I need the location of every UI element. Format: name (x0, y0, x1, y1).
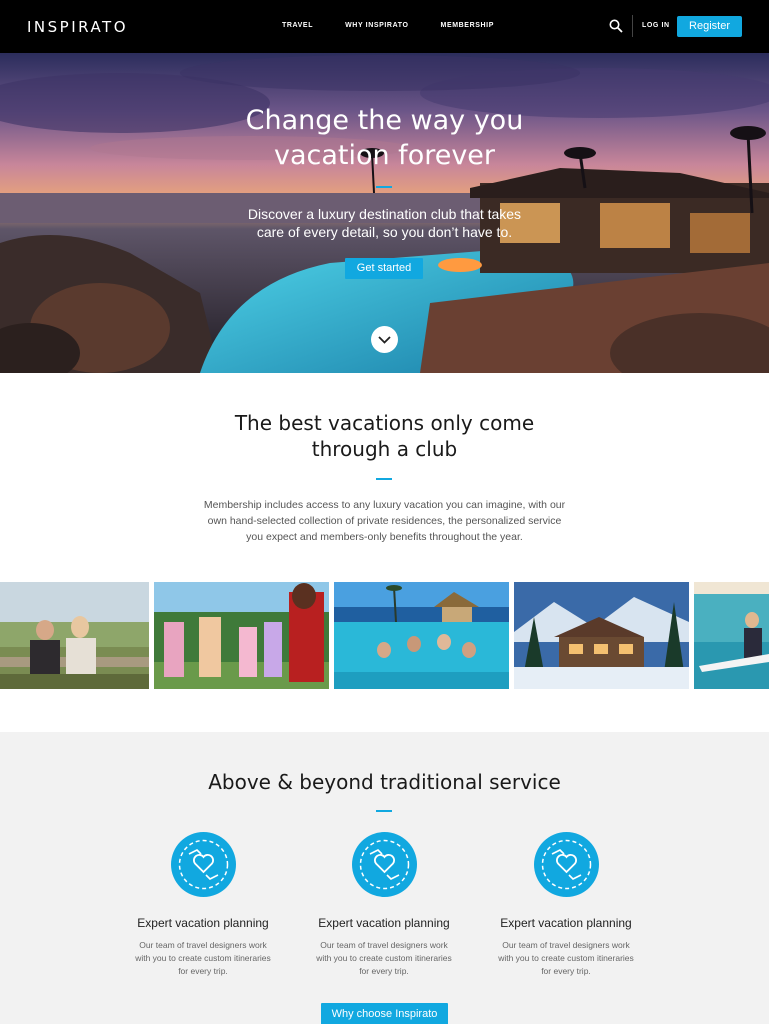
club-desc-line-3: you expect and members-only benefits thr… (246, 531, 523, 543)
photo-family-hula[interactable] (154, 582, 329, 689)
hero-banner: Change the way you vacation forever Disc… (0, 53, 769, 373)
photo-family-hula-image (154, 582, 329, 689)
hero-title-line-1: Change the way you (245, 105, 524, 136)
photo-pool-friends-image (334, 582, 509, 689)
hero-subtitle-line-1: Discover a luxury destination club that … (247, 206, 522, 222)
feature-card-2: Expert vacation planning Our team of tra… (294, 832, 474, 978)
photo-snow-lodge-image (514, 582, 689, 689)
feature-description: Our team of travel designers work with y… (135, 940, 271, 976)
scroll-down-button[interactable] (371, 326, 398, 353)
feature-title: Expert vacation planning (500, 916, 632, 930)
photo-couple-vineyard[interactable] (0, 582, 149, 689)
club-desc-line-1: Membership includes access to any luxury… (203, 499, 566, 511)
hero-subtitle: Discover a luxury destination club that … (0, 205, 769, 241)
club-section-title: The best vacations only come through a c… (0, 410, 769, 462)
service-section: Above & beyond traditional service Exper… (0, 732, 769, 1024)
logo[interactable]: INSPIRATO (27, 18, 128, 36)
photo-pool-friends[interactable] (334, 582, 509, 689)
why-choose-inspirato-button[interactable]: Why choose Inspirato (321, 1003, 448, 1024)
service-section-title: Above & beyond traditional service (208, 770, 561, 794)
nav-link-membership[interactable]: MEMBERSHIP (441, 22, 494, 29)
heart-hands-icon (533, 832, 599, 897)
club-divider (376, 478, 392, 480)
heart-hands-icon (170, 832, 236, 897)
feature-description: Our team of travel designers work with y… (316, 940, 452, 976)
hero-divider (376, 186, 392, 188)
club-description: Membership includes access to any luxury… (195, 497, 574, 545)
photo-couple-vineyard-image (0, 582, 149, 689)
nav-link-travel[interactable]: TRAVEL (282, 22, 313, 29)
club-desc-line-2: own hand-selected collection of private … (207, 515, 562, 527)
nav-divider (632, 15, 633, 37)
vacation-photo-strip (0, 582, 769, 689)
club-title-line-2: through a club (311, 437, 458, 461)
photo-paddleboard-image (694, 582, 769, 689)
feature-description: Our team of travel designers work with y… (498, 940, 634, 976)
feature-card-1: Expert vacation planning Our team of tra… (113, 832, 293, 978)
search-icon[interactable] (609, 19, 623, 33)
photo-paddleboard[interactable] (694, 582, 769, 689)
nav-link-why-inspirato[interactable]: WHY INSPIRATO (345, 22, 408, 29)
hero-title: Change the way you vacation forever (0, 103, 769, 173)
feature-card-3: Expert vacation planning Our team of tra… (476, 832, 656, 978)
hero-subtitle-line-2: care of every detail, so you don’t have … (256, 224, 513, 240)
feature-title: Expert vacation planning (137, 916, 269, 930)
top-navigation: INSPIRATO TRAVEL WHY INSPIRATO MEMBERSHI… (0, 0, 769, 53)
login-link[interactable]: LOG IN (642, 22, 670, 29)
heart-hands-icon (351, 832, 417, 897)
feature-title: Expert vacation planning (318, 916, 450, 930)
register-button[interactable]: Register (677, 16, 742, 37)
service-divider (376, 810, 392, 812)
photo-snow-lodge[interactable] (514, 582, 689, 689)
chevron-down-icon (378, 336, 391, 344)
club-title-line-1: The best vacations only come (234, 411, 535, 435)
hero-title-line-2: vacation forever (273, 140, 496, 171)
get-started-button[interactable]: Get started (345, 258, 423, 279)
nav-links: TRAVEL WHY INSPIRATO MEMBERSHIP (282, 22, 526, 29)
